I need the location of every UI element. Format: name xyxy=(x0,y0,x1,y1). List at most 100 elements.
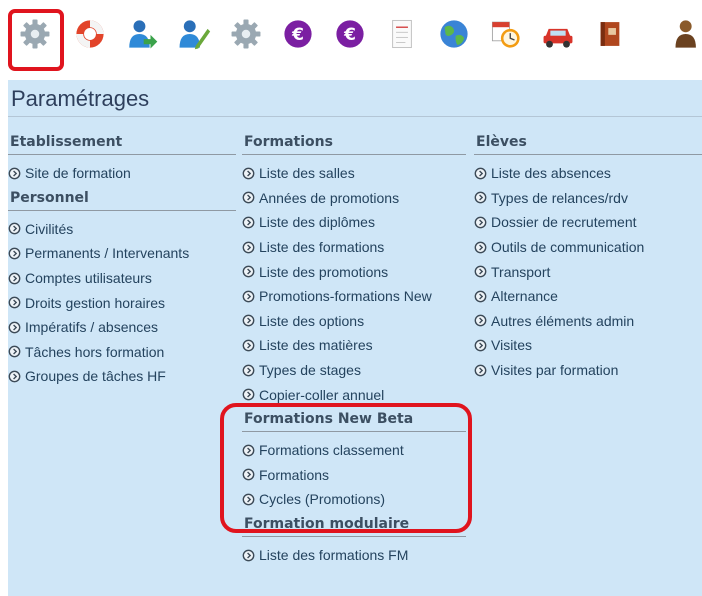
link-label: Liste des salles xyxy=(259,165,355,182)
arrow-bullet-icon xyxy=(242,493,255,506)
link-label: Comptes utilisateurs xyxy=(25,270,152,287)
link-label: Autres éléments admin xyxy=(491,312,635,329)
arrow-bullet-icon xyxy=(474,167,487,180)
arrow-bullet-icon xyxy=(474,290,487,303)
arrow-bullet-icon xyxy=(8,272,21,285)
svg-text:€: € xyxy=(291,25,304,45)
link-label: Liste des options xyxy=(259,312,365,329)
link-label: Droits gestion horaires xyxy=(25,294,166,311)
section-header-etablissement: Etablissement xyxy=(8,132,236,155)
notepad-icon[interactable] xyxy=(384,16,420,52)
arrow-bullet-icon xyxy=(474,191,487,204)
link-label: Cycles (Promotions) xyxy=(259,491,386,508)
link-label: Dossier de recrutement xyxy=(491,214,637,231)
arrow-bullet-icon xyxy=(474,364,487,377)
link-label: Formations classement xyxy=(259,442,404,459)
link-liste-des-options[interactable]: Liste des options xyxy=(242,309,466,334)
link-label: Tâches hors formation xyxy=(25,343,165,360)
arrow-bullet-icon xyxy=(474,339,487,352)
arrow-bullet-icon xyxy=(242,468,255,481)
link-label: Alternance xyxy=(491,288,558,305)
person-icon[interactable] xyxy=(666,16,702,52)
link-label: Liste des matières xyxy=(259,337,373,354)
link-taches-hors-formation[interactable]: Tâches hors formation xyxy=(8,340,236,365)
link-imperatifs-absences[interactable]: Impératifs / absences xyxy=(8,315,236,340)
link-label: Promotions-formations New xyxy=(259,288,432,305)
link-label: Liste des diplômes xyxy=(259,214,375,231)
title-divider xyxy=(8,116,702,117)
link-permanents-intervenants[interactable]: Permanents / Intervenants xyxy=(8,241,236,266)
book-icon[interactable] xyxy=(592,16,628,52)
section-header-formation-modulaire: Formation modulaire xyxy=(242,514,466,537)
column-etablissement: Etablissement Site de formation Personne… xyxy=(8,132,236,389)
link-liste-des-promotions[interactable]: Liste des promotions xyxy=(242,259,466,284)
link-label: Liste des promotions xyxy=(259,263,389,280)
link-label: Liste des absences xyxy=(491,165,611,182)
link-liste-des-salles[interactable]: Liste des salles xyxy=(242,161,466,186)
gear-icon[interactable] xyxy=(228,16,264,52)
link-liste-des-formations-fm[interactable]: Liste des formations FM xyxy=(242,543,466,568)
link-visites-par-formation[interactable]: Visites par formation xyxy=(474,358,702,383)
arrow-bullet-icon xyxy=(242,549,255,562)
link-transport[interactable]: Transport xyxy=(474,259,702,284)
lifebuoy-icon[interactable] xyxy=(72,16,108,52)
link-liste-des-matieres[interactable]: Liste des matières xyxy=(242,333,466,358)
link-civilites[interactable]: Civilités xyxy=(8,217,236,242)
link-label: Liste des formations FM xyxy=(259,547,409,564)
arrow-bullet-icon xyxy=(242,167,255,180)
arrow-bullet-icon xyxy=(242,388,255,401)
link-label: Formations xyxy=(259,466,330,483)
link-site-de-formation[interactable]: Site de formation xyxy=(8,161,236,186)
link-alternance[interactable]: Alternance xyxy=(474,284,702,309)
settings-panel: Paramétrages Etablissement Site de forma… xyxy=(8,80,702,596)
link-outils-de-communication[interactable]: Outils de communication xyxy=(474,235,702,260)
link-cycles-promotions[interactable]: Cycles (Promotions) xyxy=(242,487,466,512)
link-label: Civilités xyxy=(25,220,74,237)
gear-icon[interactable] xyxy=(17,16,53,52)
arrow-bullet-icon xyxy=(242,290,255,303)
arrow-bullet-icon xyxy=(8,345,21,358)
user-arrow-icon[interactable] xyxy=(124,16,160,52)
section-header-personnel: Personnel xyxy=(8,188,236,211)
arrow-bullet-icon xyxy=(474,314,487,327)
user-pencil-icon[interactable] xyxy=(176,16,212,52)
column-eleves: Elèves Liste des absences Types de relan… xyxy=(474,132,702,382)
link-label: Liste des formations xyxy=(259,239,385,256)
link-types-de-relances-rdv[interactable]: Types de relances/rdv xyxy=(474,186,702,211)
link-liste-des-absences[interactable]: Liste des absences xyxy=(474,161,702,186)
arrow-bullet-icon xyxy=(474,265,487,278)
euro-icon[interactable]: € xyxy=(332,16,368,52)
link-label: Groupes de tâches HF xyxy=(25,368,166,385)
link-copier-coller-annuel[interactable]: Copier-coller annuel xyxy=(242,382,466,407)
arrow-bullet-icon xyxy=(8,167,21,180)
link-liste-des-diplomes[interactable]: Liste des diplômes xyxy=(242,210,466,235)
arrow-bullet-icon xyxy=(242,339,255,352)
link-dossier-de-recrutement[interactable]: Dossier de recrutement xyxy=(474,210,702,235)
alarm-calendar-icon[interactable] xyxy=(488,16,524,52)
link-label: Visites xyxy=(491,337,532,354)
link-droits-gestion-horaires[interactable]: Droits gestion horaires xyxy=(8,290,236,315)
link-annees-de-promotions[interactable]: Années de promotions xyxy=(242,186,466,211)
link-formations-classement[interactable]: Formations classement xyxy=(242,438,466,463)
globe-icon[interactable] xyxy=(436,16,472,52)
section-header-formations-new-beta: Formations New Beta xyxy=(242,409,466,432)
link-label: Impératifs / absences xyxy=(25,319,159,336)
link-autres-elements-admin[interactable]: Autres éléments admin xyxy=(474,309,702,334)
euro-icon[interactable]: € xyxy=(280,16,316,52)
link-types-de-stages[interactable]: Types de stages xyxy=(242,358,466,383)
car-icon[interactable] xyxy=(540,16,576,52)
link-label: Types de stages xyxy=(259,362,361,379)
link-label: Outils de communication xyxy=(491,239,645,256)
arrow-bullet-icon xyxy=(474,241,487,254)
link-promotions-formations-new[interactable]: Promotions-formations New xyxy=(242,284,466,309)
arrow-bullet-icon xyxy=(242,444,255,457)
link-groupes-de-taches-hf[interactable]: Groupes de tâches HF xyxy=(8,364,236,389)
arrow-bullet-icon xyxy=(8,247,21,260)
arrow-bullet-icon xyxy=(8,370,21,383)
arrow-bullet-icon xyxy=(242,364,255,377)
link-formations[interactable]: Formations xyxy=(242,463,466,488)
link-liste-des-formations[interactable]: Liste des formations xyxy=(242,235,466,260)
link-visites[interactable]: Visites xyxy=(474,333,702,358)
link-comptes-utilisateurs[interactable]: Comptes utilisateurs xyxy=(8,266,236,291)
arrow-bullet-icon xyxy=(242,241,255,254)
